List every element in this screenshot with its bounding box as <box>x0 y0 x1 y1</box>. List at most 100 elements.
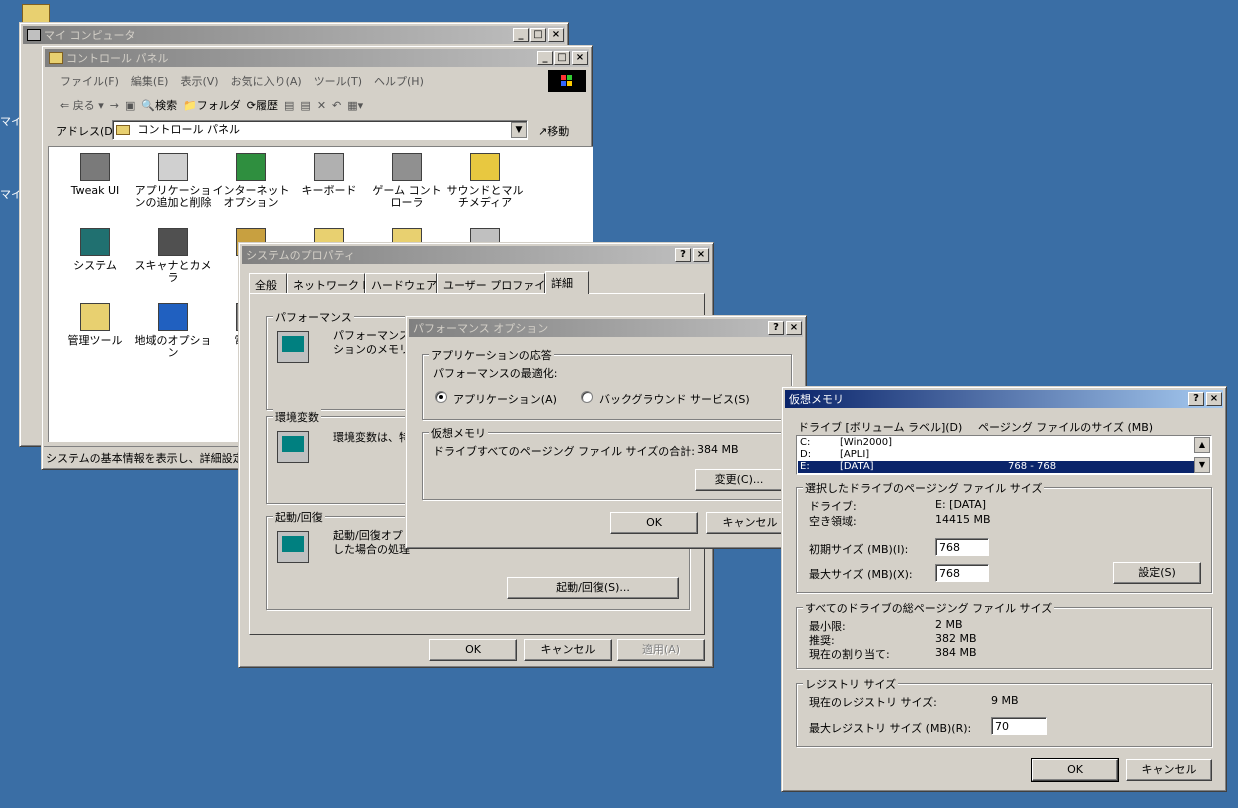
up-folder-icon[interactable]: ▣ <box>125 99 135 112</box>
controlpanel-titlebar[interactable]: コントロール パネル _ □ × <box>45 49 589 67</box>
move-to-icon[interactable]: ▤ <box>284 99 294 112</box>
virtual-memory-dialog[interactable]: 仮想メモリ ? × ドライブ [ボリューム ラベル](D) ページング ファイル… <box>781 386 1227 792</box>
sysprops-titlebar[interactable]: システムのプロパティ ? × <box>242 246 710 264</box>
tab-user-profiles[interactable]: ユーザー プロファイル <box>437 273 556 293</box>
registry-size-group: レジストリ サイズ 現在のレジストリ サイズ: 9 MB 最大レジストリ サイズ… <box>796 676 1212 747</box>
minimize-button[interactable]: _ <box>513 28 529 42</box>
cp-item-12[interactable]: 管理ツール <box>55 303 135 347</box>
menu-tools[interactable]: ツール(T) <box>314 73 362 88</box>
tab-hardware[interactable]: ハードウェア <box>365 273 437 293</box>
undo-icon[interactable]: ↶ <box>332 99 341 112</box>
minimize-button[interactable]: _ <box>537 51 553 65</box>
menu-help[interactable]: ヘルプ(H) <box>374 73 424 88</box>
startup-description-2: した場合の処理 <box>333 543 410 556</box>
vm-title: 仮想メモリ <box>789 393 844 406</box>
tab-network-id[interactable]: ネットワーク ID <box>287 273 374 293</box>
cp-item-label: アプリケーションの追加と削除 <box>134 184 212 209</box>
ok-button[interactable]: OK <box>1031 758 1119 782</box>
startup-recovery-button[interactable]: 起動/回復(S)... <box>507 577 679 599</box>
cp-item-1[interactable]: アプリケーションの追加と削除 <box>133 153 213 209</box>
set-button[interactable]: 設定(S) <box>1113 562 1201 584</box>
radio-background-services[interactable] <box>581 391 593 403</box>
cp-item-0[interactable]: Tweak UI <box>55 153 135 197</box>
max-size-input[interactable]: 768 <box>935 564 989 582</box>
search-button[interactable]: 🔍検索 <box>141 97 177 113</box>
address-label: アドレス(D) <box>56 125 118 138</box>
tab-advanced[interactable]: 詳細 <box>545 271 589 294</box>
cp-item-13[interactable]: 地域のオプション <box>133 303 213 359</box>
registry-max-input[interactable]: 70 <box>991 717 1047 735</box>
close-button[interactable]: × <box>693 248 709 262</box>
scroll-down-button[interactable]: ▼ <box>1194 457 1210 473</box>
sysprops-title: システムのプロパティ <box>246 249 356 262</box>
initial-size-input[interactable]: 768 <box>935 538 989 556</box>
cp-item-label: 管理ツール <box>67 334 123 347</box>
help-button[interactable]: ? <box>675 248 691 262</box>
close-button[interactable]: × <box>572 51 588 65</box>
cp-item-label: インターネット オプション <box>212 184 290 209</box>
cancel-button[interactable]: キャンセル <box>1126 759 1212 781</box>
close-button[interactable]: × <box>1206 392 1222 406</box>
drive-list[interactable]: C: [Win2000] D: [APLI] E: [DATA] 768 - 7… <box>796 435 1212 475</box>
scroll-up-button[interactable]: ▲ <box>1194 437 1210 453</box>
recommended-value: 382 MB <box>935 632 977 645</box>
cp-item-4[interactable]: ゲーム コントローラ <box>367 153 447 209</box>
tab-general[interactable]: 全般 <box>249 273 287 293</box>
cp-item-2[interactable]: インターネット オプション <box>211 153 291 209</box>
drive-label: ドライブ: <box>809 500 857 513</box>
menu-favorites[interactable]: お気に入り(A) <box>231 73 302 88</box>
total-paging-group: すべてのドライブの総ページング ファイル サイズ 最小限: 2 MB 推奨: 3… <box>796 600 1212 669</box>
close-button[interactable]: × <box>548 28 564 42</box>
tweakui-icon <box>80 153 110 181</box>
ok-button[interactable]: OK <box>429 639 517 661</box>
drive-value: E: [DATA] <box>935 498 987 511</box>
apply-button[interactable]: 適用(A) <box>617 639 705 661</box>
forward-button[interactable]: → <box>110 99 119 112</box>
admin-tools-icon <box>80 303 110 331</box>
go-button[interactable]: ↗移動 <box>538 123 569 139</box>
ok-button[interactable]: OK <box>610 512 698 534</box>
drive-row-e[interactable]: E: [DATA] 768 - 768 <box>798 461 1196 473</box>
monitor-icon <box>277 331 309 363</box>
drive-row-c[interactable]: C: [Win2000] <box>798 437 1196 449</box>
maximize-button[interactable]: □ <box>530 28 546 42</box>
drive-row-d[interactable]: D: [APLI] <box>798 449 1196 461</box>
menu-view[interactable]: 表示(V) <box>180 73 218 88</box>
radio-applications-label[interactable]: アプリケーション(A) <box>453 391 557 407</box>
control-panel-icon <box>49 52 63 64</box>
change-button[interactable]: 変更(C)... <box>695 469 783 491</box>
cp-item-label: スキャナとカメラ <box>134 259 212 284</box>
back-button[interactable]: ⇐ 戻る ▾ <box>60 97 104 113</box>
folders-button[interactable]: 📁フォルダ <box>183 97 241 113</box>
address-field[interactable]: コントロール パネル <box>112 120 528 140</box>
copy-to-icon[interactable]: ▤ <box>300 99 310 112</box>
views-icon[interactable]: ▦▾ <box>347 99 363 112</box>
cp-item-6[interactable]: システム <box>55 228 135 272</box>
scanner-icon <box>158 228 188 256</box>
radio-applications[interactable] <box>435 391 447 403</box>
help-button[interactable]: ? <box>768 321 784 335</box>
menu-edit[interactable]: 編集(E) <box>131 73 169 88</box>
delete-icon[interactable]: ✕ <box>317 99 326 112</box>
mycomputer-titlebar[interactable]: マイ コンピュータ _ □ × <box>23 26 565 44</box>
maximize-button[interactable]: □ <box>554 51 570 65</box>
address-dropdown-button[interactable]: ▼ <box>511 122 527 138</box>
drive-column-header: ドライブ [ボリューム ラベル](D) <box>798 421 963 434</box>
close-button[interactable]: × <box>786 321 802 335</box>
menu-file[interactable]: ファイル(F) <box>60 73 119 88</box>
cp-item-3[interactable]: キーボード <box>289 153 369 197</box>
current-allocated-value: 384 MB <box>935 646 977 659</box>
radio-background-label[interactable]: バックグラウンド サービス(S) <box>599 391 750 407</box>
cp-item-7[interactable]: スキャナとカメラ <box>133 228 213 284</box>
performance-options-dialog[interactable]: パフォーマンス オプション ? × アプリケーションの応答 パフォーマンスの最適… <box>405 315 807 549</box>
controlpanel-title: コントロール パネル <box>66 52 169 65</box>
history-button[interactable]: ⟳履歴 <box>247 97 278 113</box>
cp-item-5[interactable]: サウンドとマルチメディア <box>445 153 525 209</box>
cancel-button[interactable]: キャンセル <box>524 639 612 661</box>
env-description: 環境変数は、特 <box>333 431 410 444</box>
monitor-windows-icon <box>277 531 309 563</box>
vm-titlebar[interactable]: 仮想メモリ ? × <box>785 390 1223 408</box>
perfopts-titlebar[interactable]: パフォーマンス オプション ? × <box>409 319 803 337</box>
internet-options-icon <box>236 153 266 181</box>
help-button[interactable]: ? <box>1188 392 1204 406</box>
